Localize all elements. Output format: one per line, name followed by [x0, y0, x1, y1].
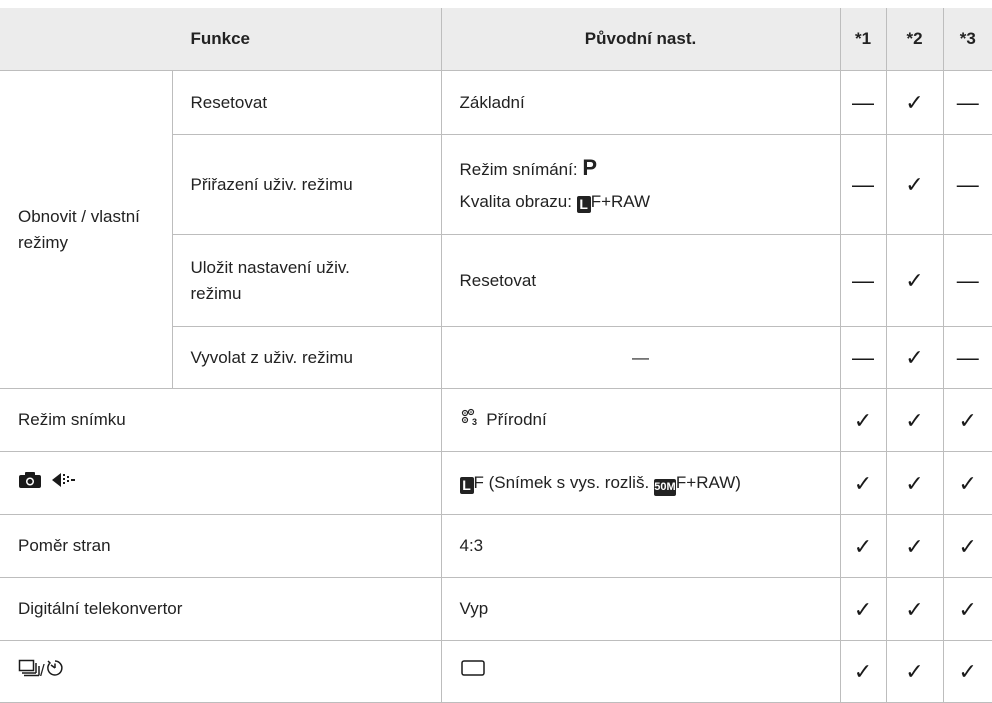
self-timer-icon: [45, 658, 65, 686]
check-mark: ✓: [839, 640, 887, 703]
dash-mark: —: [942, 326, 992, 389]
image-stabilizer-icon: [51, 471, 77, 497]
large-size-badge-icon: L: [576, 195, 591, 213]
header-col-1: *1: [839, 8, 887, 71]
dash-mark: —: [942, 70, 992, 135]
row-value: Režim snímání: P Kvalita obrazu: L F+RAW: [440, 134, 841, 235]
check-mark: ✓: [839, 451, 887, 515]
header-col-3: *3: [942, 8, 992, 71]
header-col-2: *2: [885, 8, 944, 71]
large-size-badge-icon: L: [459, 477, 474, 494]
check-mark: ✓: [942, 451, 992, 515]
camera-icon: [18, 471, 42, 497]
settings-table: Funkce Původní nast. *1 *2 *3 Obnovit / …: [0, 8, 992, 703]
check-mark: ✓: [885, 577, 944, 641]
row-label: /: [0, 640, 442, 703]
table-row: Digitální telekonvertor Vyp ✓ ✓ ✓: [0, 577, 992, 641]
group-label-reset-custom-modes: Obnovit / vlastní režimy: [0, 70, 173, 389]
check-mark: ✓: [942, 514, 992, 578]
header-function: Funkce: [0, 8, 442, 71]
row-label: Digitální telekonvertor: [0, 577, 442, 641]
row-label: Poměr stran: [0, 514, 442, 578]
row-label: Přiřazení uživ. režimu: [172, 134, 442, 235]
row-value: 3 Přírodní: [440, 388, 841, 452]
check-mark: ✓: [942, 388, 992, 452]
row-value: Vyp: [440, 577, 841, 641]
check-mark: ✓: [839, 514, 887, 578]
row-label: Vyvolat z uživ. režimu: [172, 326, 442, 389]
row-value: —: [440, 326, 841, 389]
dash-mark: —: [839, 326, 887, 389]
shooting-mode-line: Režim snímání: P: [459, 154, 598, 180]
row-value: Základní: [440, 70, 841, 135]
check-mark: ✓: [885, 134, 944, 235]
dash-mark: —: [942, 134, 992, 235]
dash-mark: —: [839, 134, 887, 235]
program-mode-icon: P: [582, 154, 597, 180]
check-mark: ✓: [839, 388, 887, 452]
check-mark: ✓: [885, 640, 944, 703]
sequential-shooting-icon: [18, 659, 40, 685]
table-row: Režim snímku 3 Přírodní ✓ ✓ ✓: [0, 388, 992, 452]
header-default-setting: Původní nast.: [440, 8, 841, 71]
check-mark: ✓: [942, 577, 992, 641]
row-value: [440, 640, 841, 703]
check-mark: ✓: [885, 388, 944, 452]
table-row: Poměr stran 4:3 ✓ ✓ ✓: [0, 514, 992, 578]
row-value: LF (Snímek s vys. rozliš. 50MF+RAW): [440, 451, 841, 515]
dash-mark: —: [839, 70, 887, 135]
high-res-50m-badge-icon: 50M: [653, 479, 676, 496]
svg-text:3: 3: [472, 417, 477, 426]
row-value: Resetovat: [440, 234, 841, 327]
check-mark: ✓: [885, 234, 944, 327]
image-quality-line: Kvalita obrazu: L F+RAW: [459, 191, 651, 213]
check-mark: ✓: [885, 326, 944, 389]
row-label: Uložit nastavení uživ. režimu: [172, 234, 442, 327]
dash-mark: —: [839, 234, 887, 327]
table-row: Obnovit / vlastní režimy Resetovat Zákla…: [0, 70, 992, 389]
check-mark: ✓: [839, 577, 887, 641]
picture-mode-natural-icon: 3: [460, 408, 482, 434]
row-label: [0, 451, 442, 515]
table-row: / ✓ ✓ ✓: [0, 640, 992, 703]
table-header-row: Funkce Původní nast. *1 *2 *3: [0, 8, 992, 71]
row-label: Resetovat: [171, 70, 442, 135]
check-mark: ✓: [942, 640, 992, 703]
single-frame-icon: [460, 659, 486, 685]
table-row: LF (Snímek s vys. rozliš. 50MF+RAW) ✓ ✓ …: [0, 451, 992, 515]
row-label: Režim snímku: [0, 388, 442, 452]
dash-mark: —: [942, 234, 992, 327]
check-mark: ✓: [885, 451, 944, 515]
check-mark: ✓: [885, 514, 944, 578]
check-mark: ✓: [885, 70, 944, 135]
row-value: 4:3: [440, 514, 841, 578]
